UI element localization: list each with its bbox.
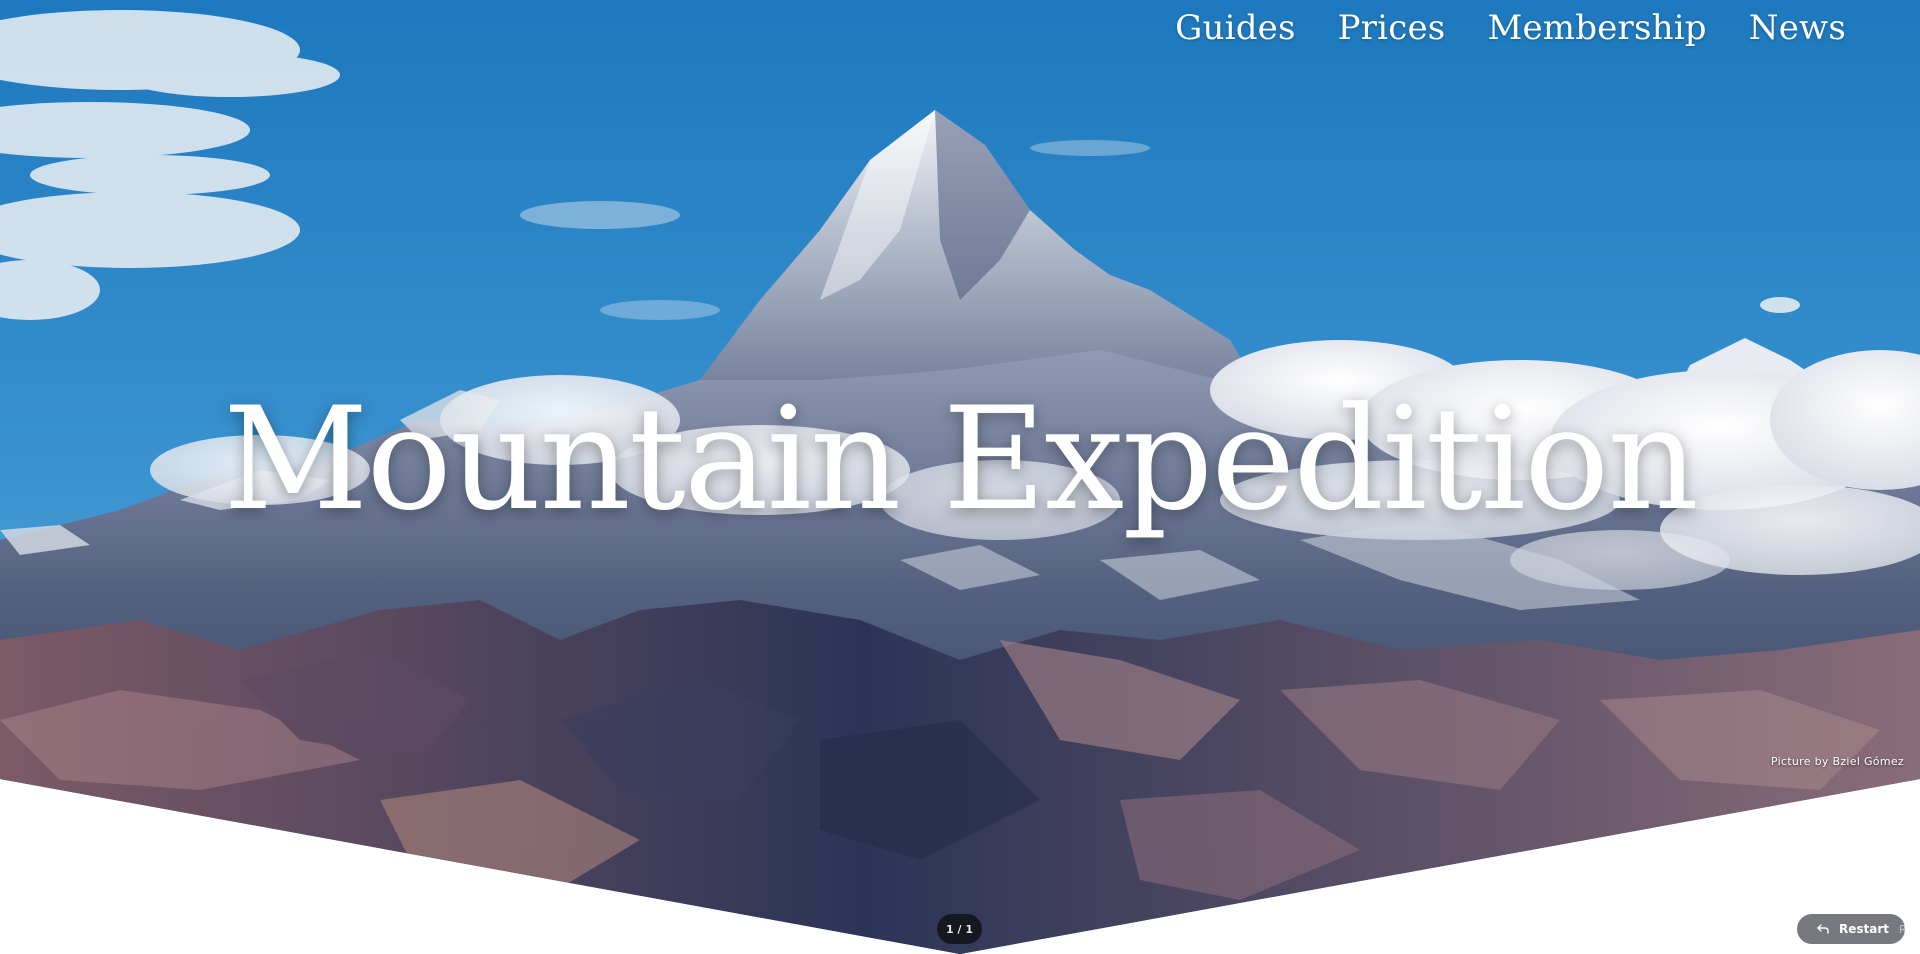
- nav-guides-link[interactable]: Guides: [1175, 6, 1295, 50]
- nav-news-link[interactable]: News: [1749, 6, 1846, 50]
- photo-credit: Picture by Bziel Gómez: [1770, 755, 1904, 768]
- hero-title: Mountain Expedition: [223, 377, 1699, 542]
- presentation-slide: Guides Prices Membership News Mountain E…: [0, 0, 1920, 954]
- slide-counter: 1 / 1: [937, 914, 982, 944]
- restart-shortcut-key: R: [1899, 922, 1907, 936]
- nav-prices-link[interactable]: Prices: [1338, 6, 1446, 50]
- restart-label: Restart: [1839, 922, 1890, 936]
- undo-arrow-icon: [1817, 924, 1829, 934]
- restart-button[interactable]: Restart R: [1797, 914, 1907, 944]
- top-navigation: Guides Prices Membership News: [1175, 6, 1846, 50]
- nav-membership-link[interactable]: Membership: [1487, 6, 1706, 50]
